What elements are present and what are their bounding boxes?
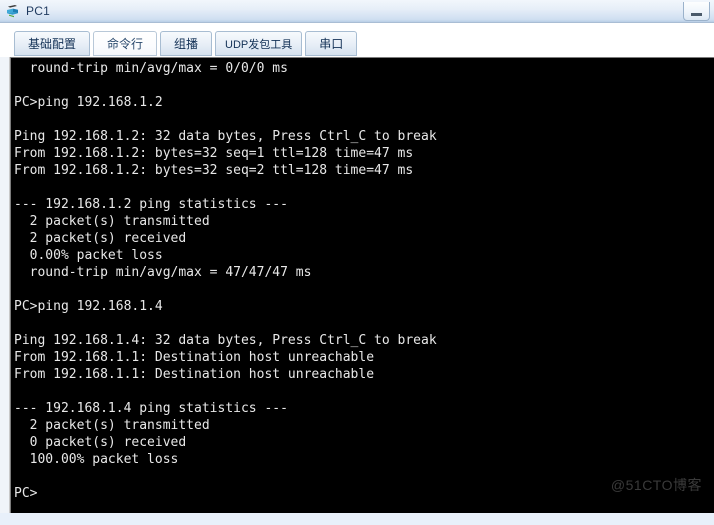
tab-label: UDP发包工具 — [225, 38, 293, 51]
terminal-line: From 192.168.1.2: bytes=32 seq=2 ttl=128… — [14, 163, 414, 178]
terminal-line: 100.00% packet loss — [14, 452, 179, 467]
terminal-line: --- 192.168.1.2 ping statistics --- — [14, 197, 288, 212]
window-title: PC1 — [26, 4, 50, 18]
terminal-line: 0.00% packet loss — [14, 248, 163, 263]
tab-label: 基础配置 — [28, 37, 77, 51]
terminal-line: Ping 192.168.1.2: 32 data bytes, Press C… — [14, 129, 437, 144]
tab-serial-port[interactable]: 串口 — [305, 31, 358, 56]
tab-multicast[interactable]: 组播 — [160, 31, 213, 56]
window-titlebar[interactable]: PC1 — [0, 0, 714, 23]
tab-basic-config[interactable]: 基础配置 — [14, 31, 91, 56]
terminal-line: 2 packet(s) transmitted — [14, 214, 210, 229]
terminal-line: 2 packet(s) transmitted — [14, 418, 210, 433]
minimize-button[interactable] — [683, 1, 710, 21]
terminal-line: 2 packet(s) received — [14, 231, 187, 246]
pc-device-icon — [5, 3, 21, 19]
terminal-line: PC>ping 192.168.1.2 — [14, 95, 163, 110]
window-controls — [683, 0, 710, 22]
terminal-line: PC>ping 192.168.1.4 — [14, 299, 163, 314]
terminal-line: From 192.168.1.1: Destination host unrea… — [14, 350, 375, 365]
tab-udp-packet-tool[interactable]: UDP发包工具 — [215, 31, 303, 56]
terminal-line: round-trip min/avg/max = 47/47/47 ms — [14, 265, 312, 280]
minimize-icon — [691, 12, 702, 16]
terminal-prompt-line: PC> — [14, 486, 38, 501]
pc1-window: PC1 基础配置 命令行 组播 UDP发包工具 串口 round-trip mi… — [0, 0, 714, 525]
terminal-left-gutter — [0, 57, 10, 513]
tab-label: 组播 — [174, 37, 199, 51]
tab-command-line[interactable]: 命令行 — [93, 31, 158, 56]
tab-strip: 基础配置 命令行 组播 UDP发包工具 串口 — [0, 23, 714, 57]
terminal-console[interactable]: round-trip min/avg/max = 0/0/0 ms PC>pin… — [10, 57, 714, 513]
terminal-line: 0 packet(s) received — [14, 435, 187, 450]
terminal-line: --- 192.168.1.4 ping statistics --- — [14, 401, 288, 416]
terminal-line: Ping 192.168.1.4: 32 data bytes, Press C… — [14, 333, 437, 348]
tab-label: 命令行 — [107, 37, 144, 51]
window-bottom-frame — [0, 513, 714, 525]
terminal-line: From 192.168.1.1: Destination host unrea… — [14, 367, 375, 382]
terminal-line: From 192.168.1.2: bytes=32 seq=1 ttl=128… — [14, 146, 414, 161]
tab-label: 串口 — [319, 37, 344, 51]
terminal-line: round-trip min/avg/max = 0/0/0 ms — [14, 61, 288, 76]
